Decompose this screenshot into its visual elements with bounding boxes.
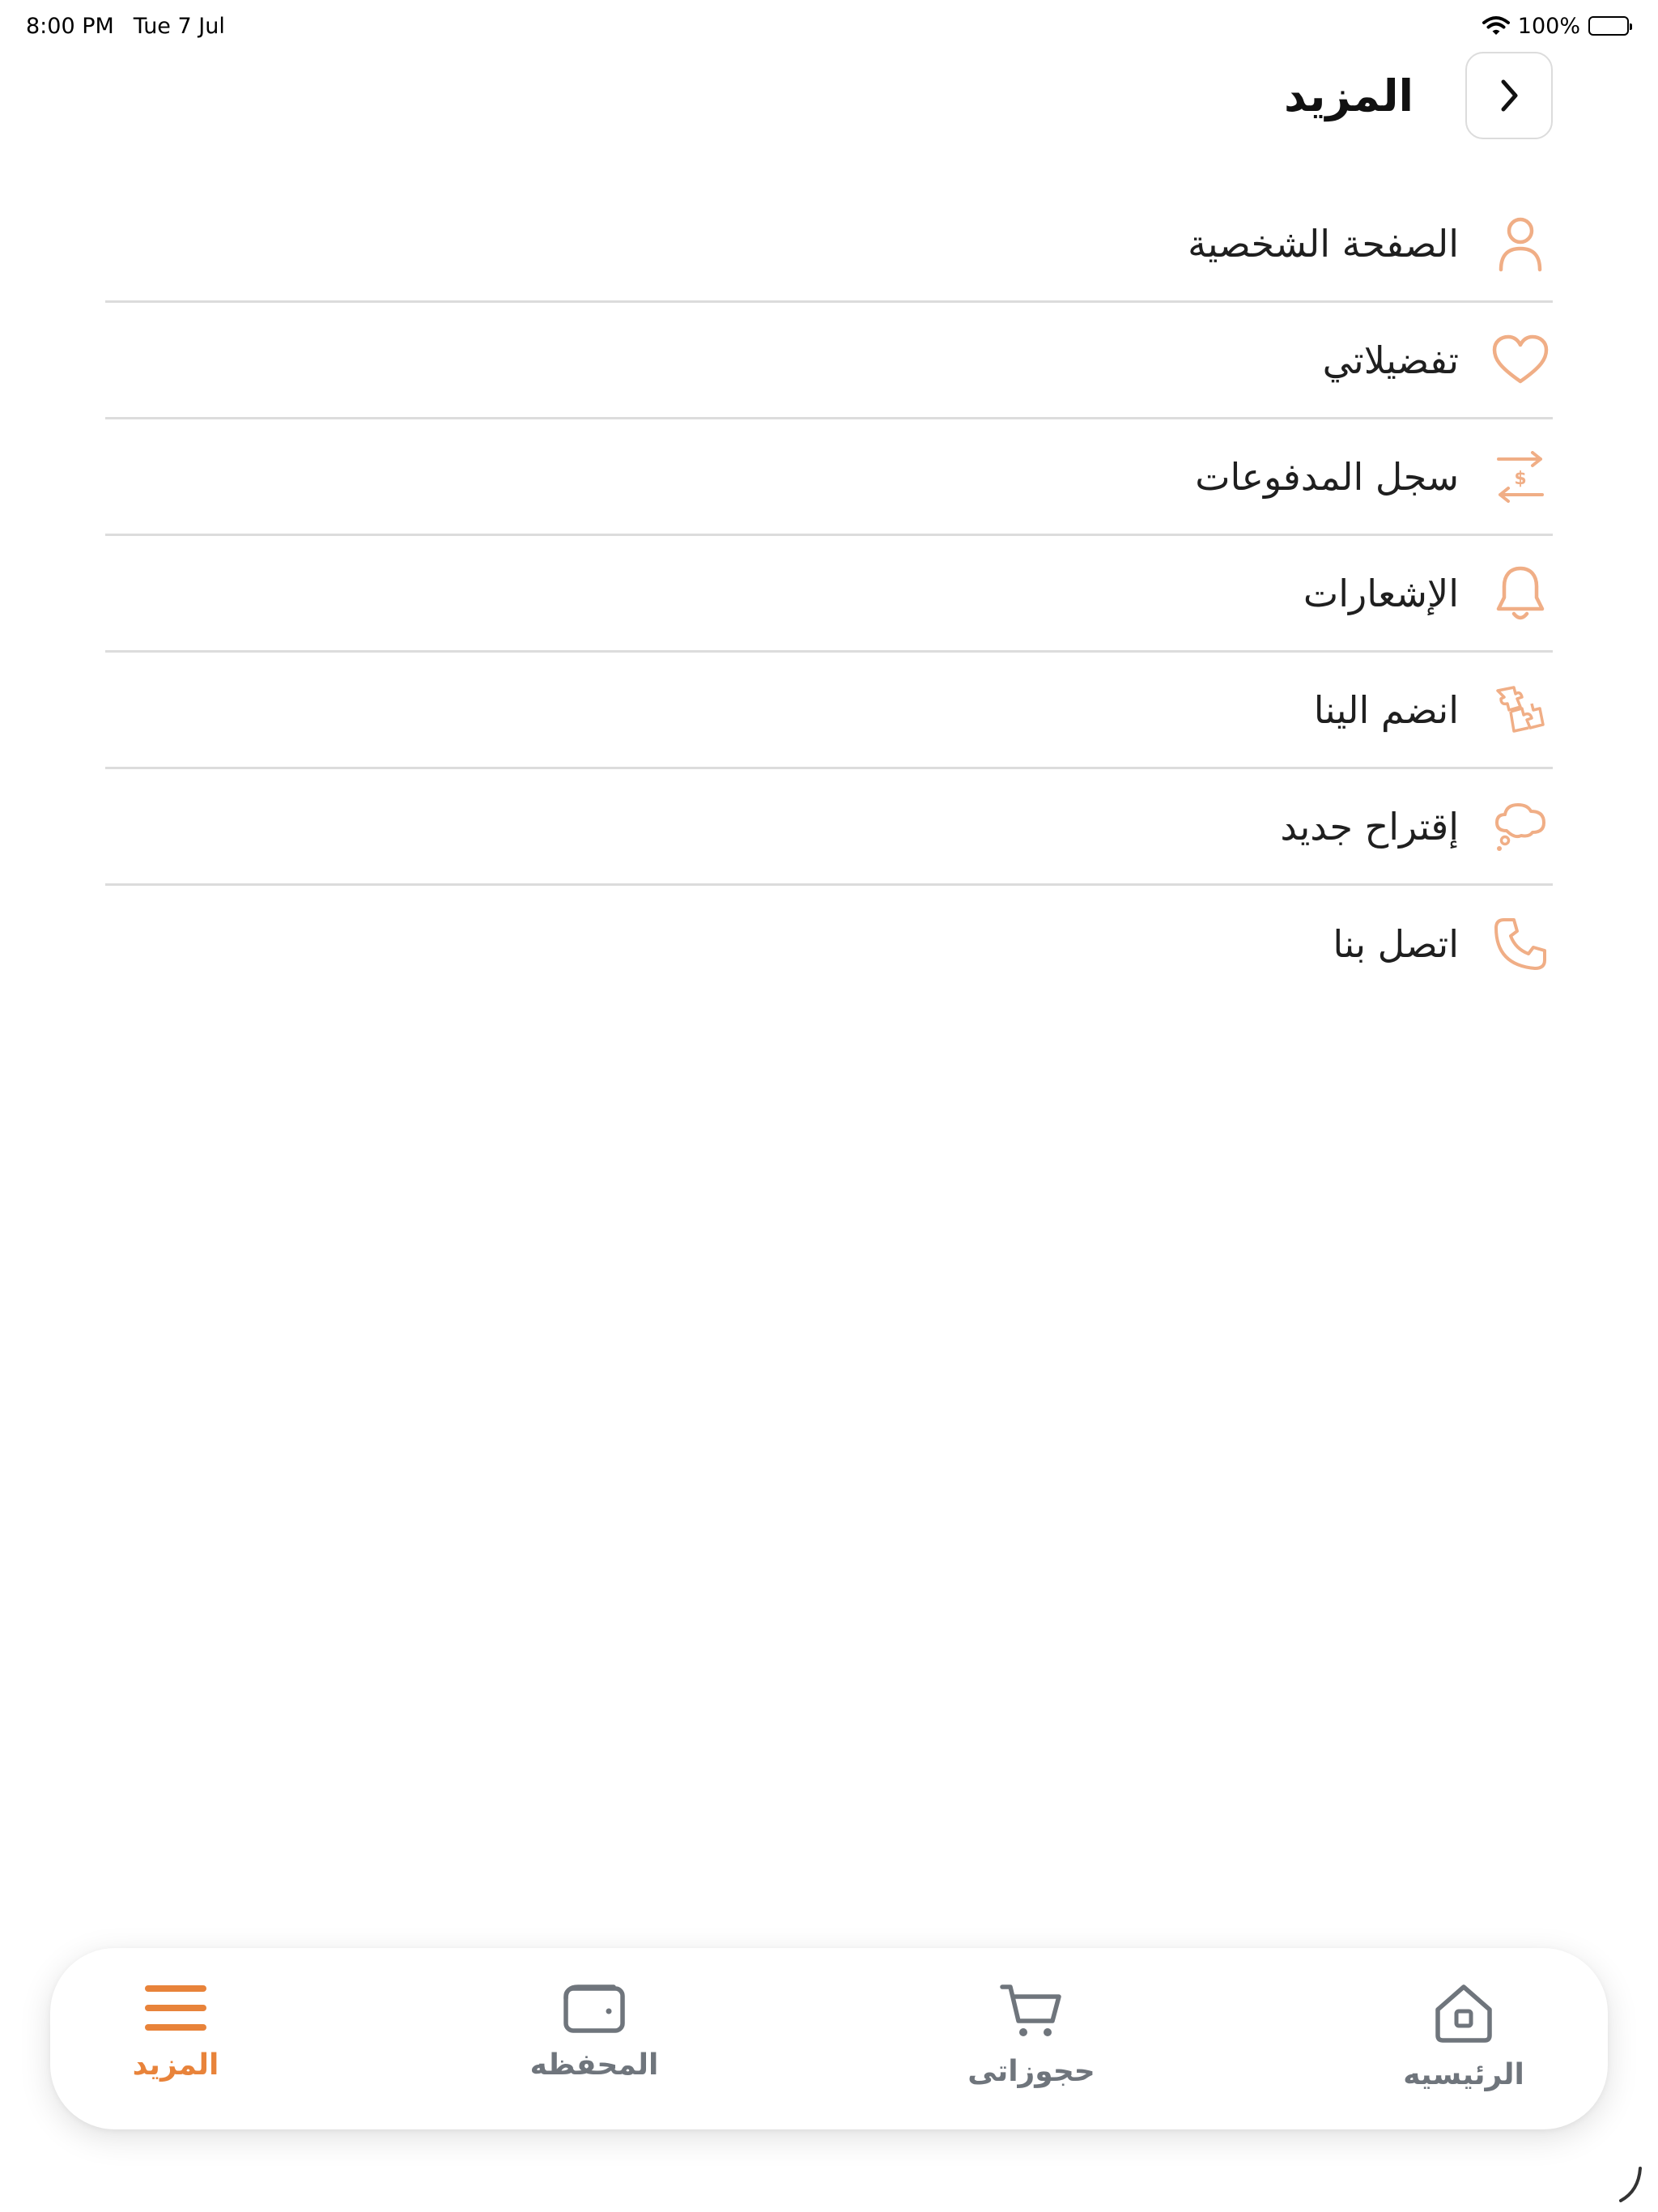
menu-item-label: اتصل بنا	[1333, 922, 1459, 966]
thought-bubble-icon	[1488, 794, 1553, 859]
menu-item-contact-us[interactable]: اتصل بنا	[105, 886, 1553, 1002]
menu-item-new-suggestion[interactable]: إقتراح جديد	[105, 769, 1553, 886]
home-icon	[1435, 1984, 1492, 2043]
tab-home[interactable]: الرئيسيه	[1358, 1982, 1569, 2091]
wifi-icon	[1482, 16, 1510, 35]
menu-item-label: تفضيلاتي	[1322, 338, 1459, 382]
menu-item-join-us[interactable]: انضم الينا	[105, 653, 1553, 769]
battery-percent: 100%	[1517, 13, 1580, 39]
menu-item-label: سجل المدفوعات	[1195, 454, 1459, 499]
menu-item-profile[interactable]: الصفحة الشخصية	[105, 186, 1553, 303]
corner-handle-icon	[1619, 2167, 1642, 2202]
tab-more[interactable]: المزيد	[70, 1982, 281, 2082]
header: المزيد	[105, 50, 1553, 141]
status-date: Tue 7 Jul	[133, 13, 225, 39]
user-icon	[1488, 211, 1553, 276]
tab-bar: المزيد المحفظه حجوزاتى الرئيسيه	[50, 1948, 1608, 2129]
status-left: 8:00 PM Tue 7 Jul	[26, 14, 225, 39]
payment-transfer-icon: $	[1488, 445, 1553, 509]
menu-item-label: الإشعارات	[1303, 571, 1459, 615]
menu-list: الصفحة الشخصية تفضيلاتي $ سجل المدفوعات	[105, 186, 1553, 1002]
page-title: المزيد	[1283, 70, 1414, 121]
menu-item-payment-history[interactable]: $ سجل المدفوعات	[105, 419, 1553, 536]
chevron-right-icon	[1501, 79, 1518, 112]
back-button[interactable]	[1465, 52, 1553, 139]
status-time: 8:00 PM	[26, 13, 114, 39]
battery-icon	[1588, 16, 1632, 36]
tab-wallet[interactable]: المحفظه	[489, 1982, 699, 2082]
tab-label: الرئيسيه	[1403, 2058, 1524, 2091]
wallet-icon	[563, 1984, 625, 2033]
puzzle-icon	[1488, 678, 1553, 742]
cart-icon	[1000, 1984, 1061, 2036]
menu-item-notifications[interactable]: الإشعارات	[105, 536, 1553, 653]
tab-bookings[interactable]: حجوزاتى	[926, 1982, 1137, 2088]
svg-text:$: $	[1514, 469, 1526, 489]
bell-icon	[1488, 561, 1553, 626]
tab-label: المزيد	[132, 2048, 219, 2082]
heart-icon	[1488, 328, 1553, 393]
menu-item-label: الصفحة الشخصية	[1188, 221, 1459, 266]
menu-icon	[145, 1985, 206, 2031]
menu-item-label: انضم الينا	[1313, 687, 1459, 732]
menu-item-favorites[interactable]: تفضيلاتي	[105, 303, 1553, 419]
tab-label: حجوزاتى	[967, 2055, 1095, 2088]
status-bar: 8:00 PM Tue 7 Jul 100%	[0, 0, 1658, 52]
phone-icon	[1488, 912, 1553, 976]
tab-label: المحفظه	[529, 2048, 659, 2082]
menu-item-label: إقتراح جديد	[1280, 804, 1459, 849]
status-right: 100%	[1482, 13, 1632, 39]
more-screen: 8:00 PM Tue 7 Jul 100% المزيد الصفحة الش…	[0, 0, 1658, 2212]
